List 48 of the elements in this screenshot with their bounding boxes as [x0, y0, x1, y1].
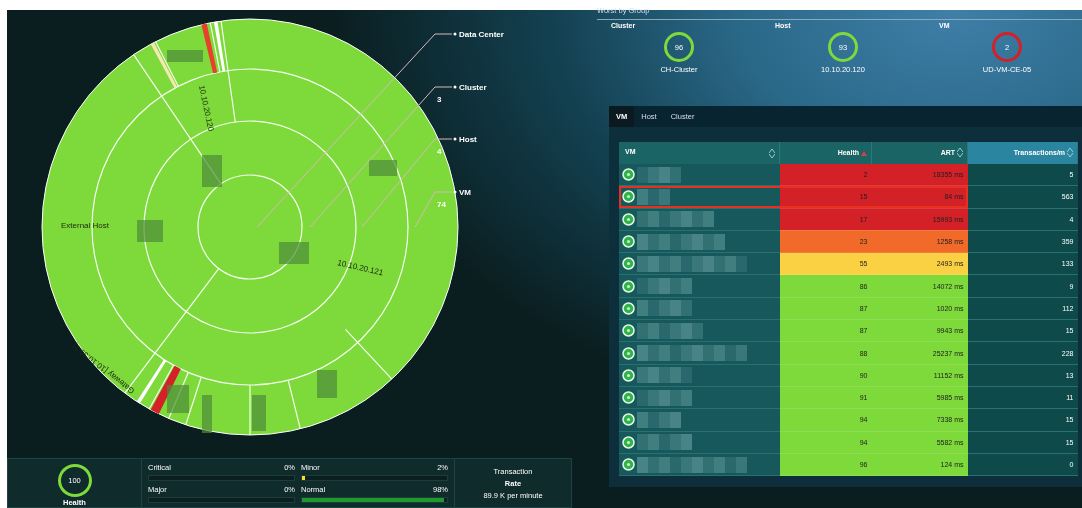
status-icon — [622, 346, 635, 360]
sunburst-segment — [213, 21, 226, 72]
redacted-label — [202, 395, 212, 433]
redacted-label — [167, 50, 203, 62]
sunburst-segment — [150, 365, 181, 414]
redacted-label — [317, 370, 337, 398]
sunburst-segment — [150, 42, 178, 89]
redacted-name — [637, 434, 692, 451]
sunburst-segment — [201, 23, 218, 74]
redacted-label — [369, 160, 397, 176]
redacted-name — [637, 322, 703, 339]
redacted-name — [637, 411, 681, 428]
status-icon — [622, 391, 635, 405]
sort-icon[interactable] — [1067, 148, 1073, 158]
redacted-label — [137, 220, 163, 242]
legend-label: Data Center — [459, 30, 504, 39]
legend-count: 4 — [437, 147, 442, 156]
legend-label: VM — [459, 188, 471, 197]
legend-count: 3 — [437, 95, 442, 104]
redacted-label — [167, 385, 189, 413]
redacted-name — [637, 166, 681, 183]
redacted-name — [637, 367, 692, 384]
status-icon — [622, 235, 635, 249]
status-icon — [622, 257, 635, 271]
redacted-name — [637, 389, 692, 406]
legend-label: Host — [459, 135, 477, 144]
legend-label: Cluster — [459, 83, 487, 92]
redacted-name — [637, 188, 670, 205]
segment-label: External Host — [60, 221, 109, 230]
status-icon — [622, 301, 635, 315]
redacted-label — [252, 395, 266, 431]
redacted-name — [637, 300, 692, 317]
redacted-label — [279, 242, 309, 264]
sort-icon[interactable] — [769, 148, 775, 159]
status-icon — [622, 190, 635, 204]
status-icon — [622, 324, 635, 338]
legend-count: 74 — [437, 200, 446, 209]
status-icon — [622, 435, 635, 449]
status-icon — [622, 368, 635, 382]
sunburst-segment — [136, 359, 167, 404]
status-icon — [622, 413, 635, 427]
sort-icon[interactable] — [957, 148, 963, 158]
redacted-label — [202, 155, 222, 187]
status-icon — [622, 279, 635, 293]
status-icon — [622, 168, 635, 182]
status-icon — [622, 212, 635, 226]
redacted-name — [637, 278, 692, 295]
status-icon — [622, 458, 635, 471]
